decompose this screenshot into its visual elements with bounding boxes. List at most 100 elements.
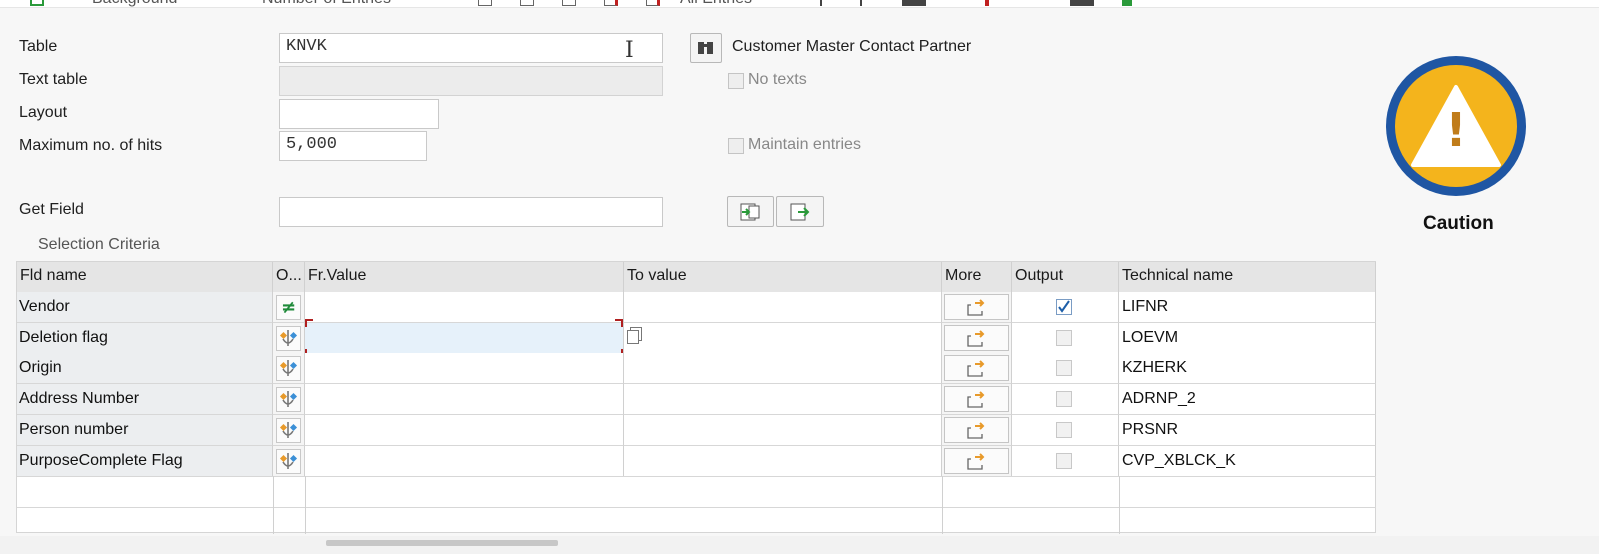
header-from-value[interactable]: Fr.Value <box>305 262 624 292</box>
to-value-input[interactable] <box>624 323 942 354</box>
output-cell <box>1012 446 1119 477</box>
multiple-selection-button[interactable] <box>944 294 1009 320</box>
from-value-input[interactable] <box>305 353 624 384</box>
marker-icon[interactable] <box>985 0 989 6</box>
select-options-icon <box>279 360 298 376</box>
multiple-selection-button[interactable] <box>944 448 1009 474</box>
not-equal-option-button[interactable]: ≠ <box>276 295 301 320</box>
bottom-strip <box>0 536 1599 554</box>
binoculars-button[interactable] <box>690 33 722 63</box>
all-entries-button[interactable]: All Entries <box>680 0 752 7</box>
table-input[interactable]: KNVK <box>279 33 663 63</box>
from-value-input[interactable] <box>305 319 624 357</box>
to-value-input[interactable] <box>624 384 942 415</box>
header-option[interactable]: O... <box>273 262 305 292</box>
list-icon[interactable] <box>478 0 492 6</box>
output-checkbox[interactable] <box>1056 360 1072 376</box>
caution-label: Caution <box>1423 213 1494 234</box>
select-options-icon <box>279 422 298 438</box>
caution-icon: ! <box>1386 56 1526 196</box>
header-to-value[interactable]: To value <box>624 262 942 292</box>
arrow-right-icon <box>967 299 985 316</box>
max-hits-input[interactable]: 5,000 <box>279 131 427 161</box>
select-options-button[interactable] <box>276 418 301 443</box>
more-cell <box>942 323 1012 354</box>
output-checkbox[interactable] <box>1056 422 1072 438</box>
technical-name-cell: LOEVM <box>1119 323 1376 354</box>
multiple-selection-button[interactable] <box>944 386 1009 412</box>
background-button[interactable]: Background <box>92 0 177 7</box>
number-of-entries-button[interactable]: Number of Entries <box>262 0 391 7</box>
multiple-selection-button[interactable] <box>944 417 1009 443</box>
header-output[interactable]: Output <box>1012 262 1119 292</box>
multiple-selection-button[interactable] <box>944 325 1009 351</box>
technical-name-cell: PRSNR <box>1119 415 1376 446</box>
not-equal-icon: ≠ <box>280 297 297 318</box>
output-checkbox[interactable] <box>1056 391 1072 407</box>
list-icon[interactable] <box>562 0 576 6</box>
binoculars-icon <box>698 42 713 54</box>
field-name-cell: Origin <box>17 353 273 384</box>
more-cell <box>942 415 1012 446</box>
find-icon[interactable] <box>820 0 834 6</box>
to-value-input[interactable] <box>624 292 942 323</box>
layout-input[interactable] <box>279 99 439 129</box>
output-cell <box>1012 415 1119 446</box>
header-fld-name[interactable]: Fld name <box>17 262 273 292</box>
back-icon[interactable] <box>30 0 44 6</box>
more-cell <box>942 446 1012 477</box>
select-options-button[interactable] <box>276 356 301 381</box>
print-icon[interactable] <box>902 0 926 6</box>
header-more[interactable]: More <box>942 262 1012 292</box>
output-checkbox[interactable] <box>1056 453 1072 469</box>
horizontal-scrollbar[interactable] <box>326 540 558 546</box>
to-value-input[interactable] <box>624 446 942 477</box>
sort-fields-button[interactable] <box>776 196 824 227</box>
from-value-input[interactable] <box>305 415 624 446</box>
header-technical-name[interactable]: Technical name <box>1119 262 1376 292</box>
sort-fields-icon <box>790 203 810 221</box>
option-cell <box>273 323 305 354</box>
select-fields-button[interactable] <box>727 196 774 227</box>
more-cell <box>942 384 1012 415</box>
multiple-selection-icon[interactable] <box>627 330 639 344</box>
select-options-icon <box>279 330 298 346</box>
output-checkbox[interactable] <box>1056 330 1072 346</box>
record-icon[interactable] <box>604 0 618 6</box>
no-texts-label: No texts <box>748 71 807 88</box>
select-options-button[interactable] <box>276 387 301 412</box>
user-icon[interactable] <box>1122 0 1132 6</box>
maintain-entries-checkbox[interactable] <box>728 138 744 154</box>
focus-corner <box>305 319 313 327</box>
option-cell <box>273 384 305 415</box>
column-divider <box>942 476 943 534</box>
text-cursor-icon: I <box>625 38 634 63</box>
arrow-right-icon <box>967 360 985 377</box>
output-cell <box>1012 323 1119 354</box>
table-label: Table <box>19 38 58 55</box>
to-value-input[interactable] <box>624 353 942 384</box>
row-divider <box>17 507 1376 508</box>
find-next-icon[interactable] <box>860 0 874 6</box>
select-options-icon <box>279 453 298 469</box>
technical-name-cell: KZHERK <box>1119 353 1376 384</box>
to-value-input[interactable] <box>624 415 942 446</box>
list-icon[interactable] <box>520 0 534 6</box>
column-divider <box>273 476 274 534</box>
multiple-selection-button[interactable] <box>944 355 1009 381</box>
row-divider <box>17 476 1376 477</box>
from-value-input[interactable] <box>305 384 624 415</box>
technical-name-cell: CVP_XBLCK_K <box>1119 446 1376 477</box>
no-texts-checkbox[interactable] <box>728 73 744 89</box>
from-value-input[interactable] <box>305 446 624 477</box>
record-icon[interactable] <box>646 0 660 6</box>
save-icon[interactable] <box>1070 0 1094 6</box>
get-field-input[interactable] <box>279 197 663 227</box>
option-cell <box>273 415 305 446</box>
output-checkbox[interactable] <box>1056 299 1072 315</box>
from-value-input[interactable] <box>305 292 624 323</box>
select-options-button[interactable] <box>276 326 301 351</box>
more-cell <box>942 353 1012 384</box>
field-name-cell: Address Number <box>17 384 273 415</box>
select-options-button[interactable] <box>276 449 301 474</box>
